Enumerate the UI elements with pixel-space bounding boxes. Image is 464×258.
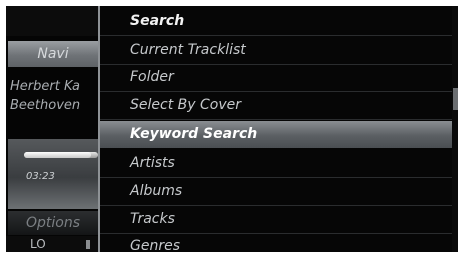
menu-item-genres[interactable]: Genres [100, 233, 452, 252]
menu-title: Search [100, 8, 452, 36]
search-menu: Search Current Tracklist Folder Select B… [98, 6, 452, 252]
menu-item-select-by-cover[interactable]: Select By Cover [100, 92, 452, 120]
scroll-thumb[interactable] [453, 88, 458, 110]
menu-item-folder[interactable]: Folder [100, 64, 452, 92]
bottom-status-bar [6, 236, 98, 252]
track-progress-bar [24, 152, 98, 158]
menu-item-current-tracklist[interactable]: Current Tracklist [100, 37, 452, 65]
climate-marker-icon [86, 240, 90, 249]
temperature-lo-label: LO [30, 237, 46, 251]
track-progress-fill [24, 152, 91, 158]
media-background-panel: Navi Herbert Ka Beethoven 03:23 Options … [6, 6, 98, 252]
top-status-strip [6, 6, 98, 36]
artist-name: Herbert Ka [10, 79, 80, 94]
elapsed-time: 03:23 [26, 171, 55, 182]
menu-item-artists[interactable]: Artists [100, 150, 452, 178]
menu-item-tracks[interactable]: Tracks [100, 206, 452, 234]
album-name: Beethoven [10, 98, 81, 113]
options-button[interactable]: Options [8, 211, 98, 235]
scroll-track[interactable] [452, 6, 458, 252]
menu-item-albums[interactable]: Albums [100, 178, 452, 206]
menu-item-keyword-search[interactable]: Keyword Search [100, 121, 452, 148]
head-unit-screen: Navi Herbert Ka Beethoven 03:23 Options … [6, 6, 458, 252]
navi-button[interactable]: Navi [8, 41, 98, 67]
